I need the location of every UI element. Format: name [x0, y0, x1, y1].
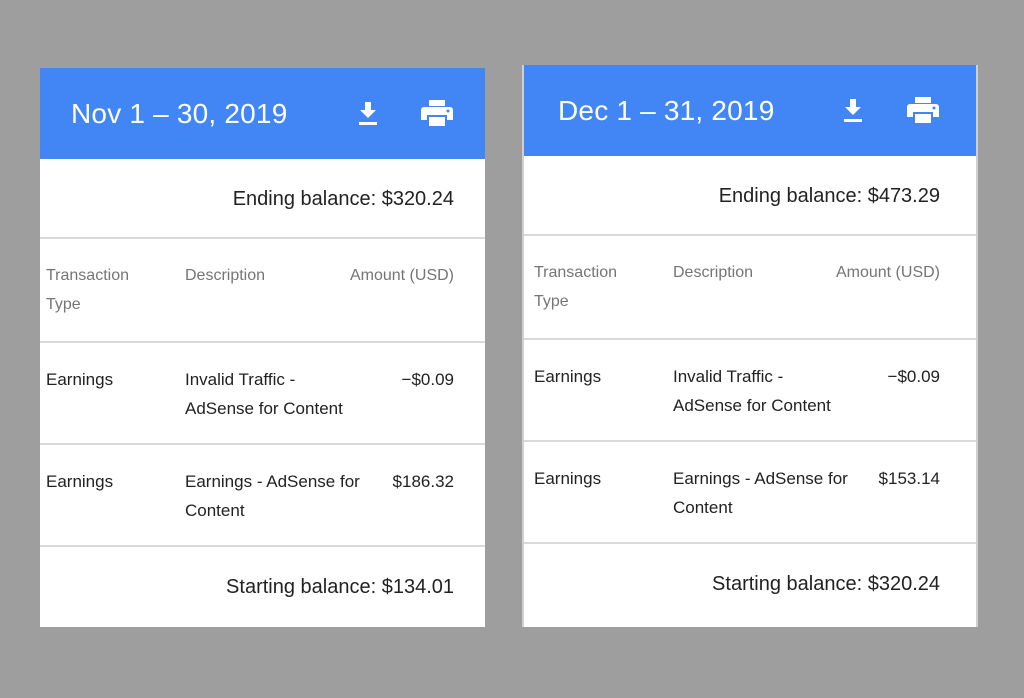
- table-row: Earnings Invalid Traffic - AdSense for C…: [40, 343, 485, 445]
- transaction-description: Invalid Traffic - AdSense for Content: [185, 370, 343, 418]
- statement-period-title: Dec 1 – 31, 2019: [558, 95, 775, 126]
- download-button[interactable]: [351, 96, 385, 130]
- statement-header: Dec 1 – 31, 2019: [524, 65, 976, 156]
- column-header-transaction-type: Transaction Type: [534, 264, 617, 310]
- print-button[interactable]: [906, 93, 940, 127]
- statement-header: Nov 1 – 30, 2019: [40, 68, 485, 159]
- table-row: Earnings Earnings - AdSense for Content …: [524, 442, 976, 544]
- transaction-description: Earnings - AdSense for Content: [673, 469, 848, 517]
- transaction-amount: −$0.09: [401, 370, 454, 389]
- transaction-amount: $186.32: [392, 472, 454, 491]
- transaction-amount: −$0.09: [887, 367, 940, 386]
- transaction-type: Earnings: [534, 367, 602, 386]
- print-icon: [421, 100, 453, 126]
- table-row: Earnings Earnings - AdSense for Content …: [40, 445, 485, 547]
- transaction-description: Invalid Traffic - AdSense for Content: [673, 367, 831, 415]
- column-header-amount: Amount (USD): [835, 264, 940, 281]
- print-button[interactable]: [420, 96, 454, 130]
- download-icon: [844, 99, 862, 122]
- starting-balance: Starting balance: $134.01: [226, 576, 454, 598]
- column-header-transaction-type: Transaction Type: [46, 267, 129, 313]
- table-row: Earnings Invalid Traffic - AdSense for C…: [524, 340, 976, 442]
- print-icon: [907, 97, 939, 123]
- transaction-amount: $153.14: [878, 469, 940, 488]
- column-header-description: Description: [673, 264, 754, 281]
- download-icon: [359, 102, 377, 125]
- transaction-type: Earnings: [46, 370, 114, 389]
- column-header-amount: Amount (USD): [349, 267, 454, 284]
- transaction-type: Earnings: [46, 472, 114, 491]
- download-button[interactable]: [836, 93, 870, 127]
- ending-balance: Ending balance: $320.24: [40, 159, 485, 239]
- statement-period-title: Nov 1 – 30, 2019: [71, 98, 288, 129]
- table-header: Transaction Type Description Amount (USD…: [40, 239, 485, 343]
- starting-balance: Starting balance: $320.24: [712, 573, 940, 595]
- transaction-type: Earnings: [534, 469, 602, 488]
- transaction-description: Earnings - AdSense for Content: [185, 472, 360, 520]
- ending-balance: Ending balance: $473.29: [524, 156, 976, 236]
- column-header-description: Description: [185, 267, 266, 284]
- table-header: Transaction Type Description Amount (USD…: [524, 236, 976, 340]
- statement-card-nov: Nov 1 – 30, 2019 Ending balance: $320.24…: [40, 68, 485, 627]
- statement-card-dec: Dec 1 – 31, 2019 Ending balance: $473.29…: [522, 65, 978, 627]
